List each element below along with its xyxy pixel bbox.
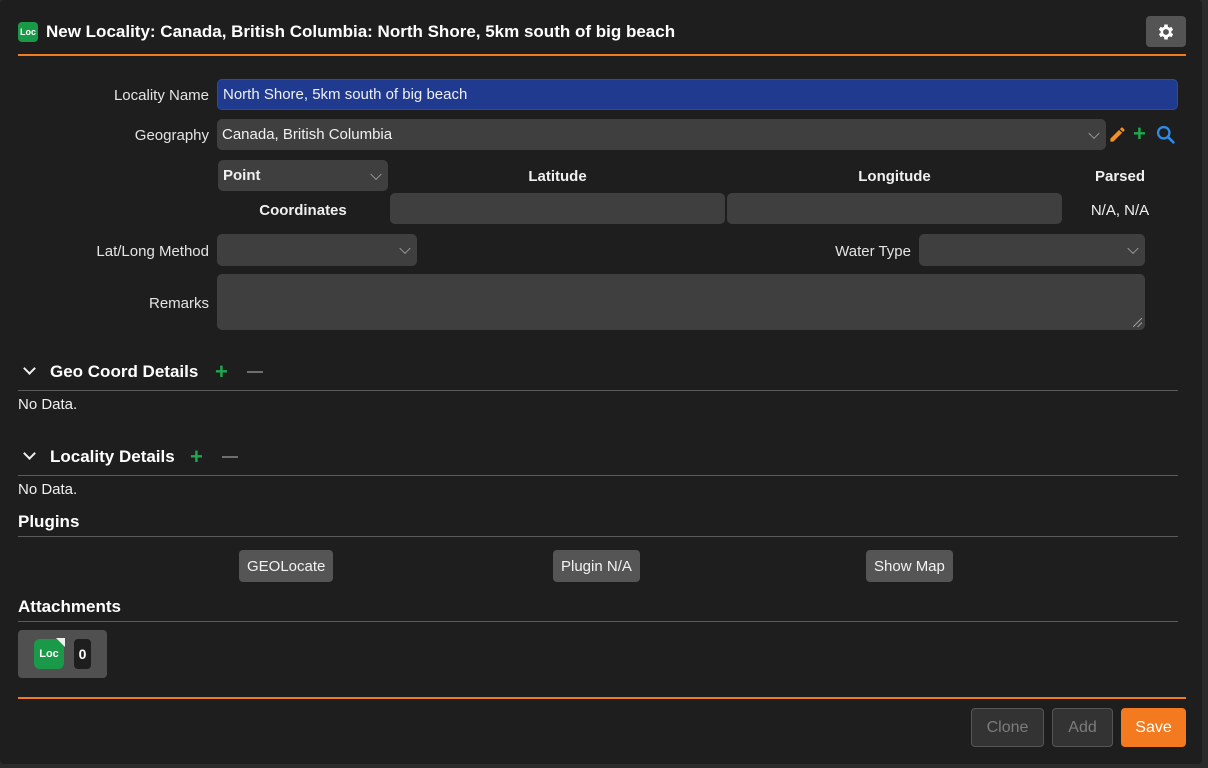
geography-select[interactable]: Canada, British Columbia xyxy=(217,119,1106,150)
remove-locality-detail-icon[interactable] xyxy=(222,456,238,458)
remarks-textarea[interactable] xyxy=(217,274,1145,330)
section-divider xyxy=(18,390,1178,391)
longitude-header: Longitude xyxy=(858,168,931,185)
parsed-header: Parsed xyxy=(1094,168,1146,185)
attachment-icon: Loc xyxy=(34,639,64,669)
plugins-title: Plugins xyxy=(18,512,80,531)
locality-name-label: Locality Name xyxy=(113,87,209,104)
chevron-down-icon xyxy=(1088,127,1100,139)
geolocate-button[interactable]: GEOLocate xyxy=(239,550,334,582)
locality-icon: Loc xyxy=(18,22,38,42)
resize-handle-icon[interactable] xyxy=(1133,318,1142,327)
clone-button[interactable]: Clone xyxy=(971,708,1044,747)
add-geo-coord-icon[interactable]: + xyxy=(215,361,228,383)
add-button[interactable]: Add xyxy=(1052,708,1113,747)
geo-coord-details-title[interactable]: Geo Coord Details xyxy=(50,362,198,382)
chevron-down-icon xyxy=(1127,242,1139,255)
parsed-value: N/A, N/A xyxy=(1090,202,1150,219)
collapse-chevron-icon[interactable] xyxy=(23,447,36,460)
gear-icon xyxy=(1158,24,1174,39)
show-map-button[interactable]: Show Map xyxy=(866,550,953,582)
add-geography-icon[interactable]: + xyxy=(1133,123,1146,145)
coord-type-value: Point xyxy=(223,167,261,184)
geography-label: Geography xyxy=(134,127,209,144)
section-divider xyxy=(18,536,1178,537)
water-type-label: Water Type xyxy=(835,243,911,260)
dialog-header: Loc New Locality: Canada, British Columb… xyxy=(18,16,1186,56)
locality-details-title[interactable]: Locality Details xyxy=(50,447,175,467)
latitude-header: Latitude xyxy=(528,168,587,185)
locality-name-input[interactable]: North Shore, 5km south of big beach xyxy=(217,79,1178,110)
locality-details-empty-text: No Data. xyxy=(18,481,78,498)
settings-button[interactable] xyxy=(1146,16,1186,47)
chevron-down-icon xyxy=(370,168,382,180)
latlong-method-label: Lat/Long Method xyxy=(96,243,209,260)
longitude-input[interactable] xyxy=(727,193,1062,224)
water-type-select[interactable] xyxy=(919,234,1145,266)
search-icon[interactable] xyxy=(1155,124,1176,145)
collapse-chevron-icon[interactable] xyxy=(23,362,36,375)
section-divider xyxy=(18,475,1178,476)
save-button[interactable]: Save xyxy=(1121,708,1186,747)
add-locality-detail-icon[interactable]: + xyxy=(190,446,203,468)
latlong-method-select[interactable] xyxy=(217,234,417,266)
attachments-title: Attachments xyxy=(18,597,121,616)
chevron-down-icon xyxy=(399,242,411,255)
geography-value: Canada, British Columbia xyxy=(222,126,393,143)
edit-geography-icon[interactable] xyxy=(1108,125,1127,144)
dialog-title: New Locality: Canada, British Columbia: … xyxy=(46,22,676,41)
coordinates-label: Coordinates xyxy=(259,202,347,219)
remove-geo-coord-icon[interactable] xyxy=(247,371,263,373)
locality-form-dialog: Loc New Locality: Canada, British Columb… xyxy=(0,0,1202,764)
footer-divider xyxy=(18,697,1186,699)
section-divider xyxy=(18,621,1178,622)
plugin-na-button[interactable]: Plugin N/A xyxy=(553,550,640,582)
remarks-label: Remarks xyxy=(148,295,209,312)
attachments-button[interactable]: Loc 0 xyxy=(18,630,107,678)
coord-type-select[interactable]: Point xyxy=(218,160,388,191)
geo-coord-empty-text: No Data. xyxy=(18,396,78,413)
attachment-count: 0 xyxy=(74,639,91,669)
latitude-input[interactable] xyxy=(390,193,725,224)
